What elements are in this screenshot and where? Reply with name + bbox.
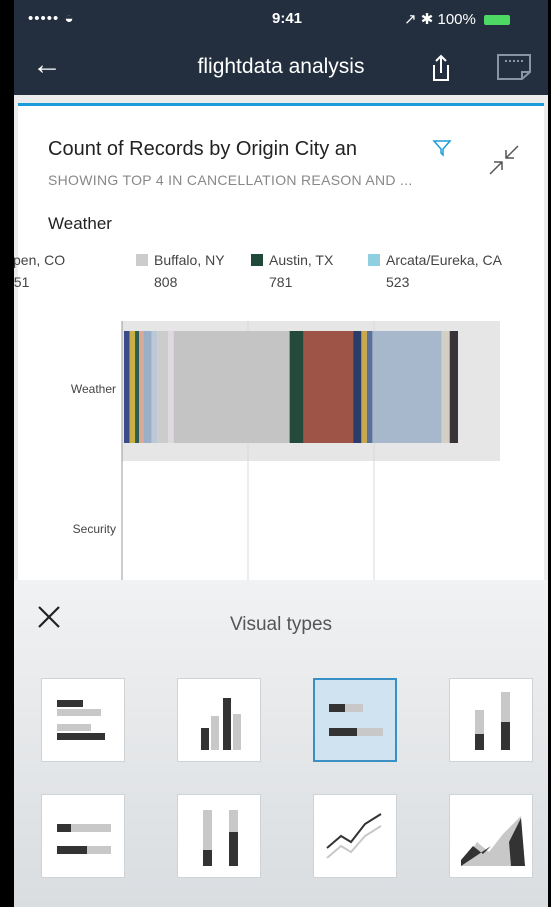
legend-label: Buffalo, NY	[154, 252, 225, 268]
vertical-bar-chart-icon	[201, 698, 241, 750]
filter-icon[interactable]	[432, 138, 452, 158]
nav-bar: ← flightdata analysis	[14, 40, 548, 95]
screen-bezel-left	[0, 0, 14, 907]
visual-type-vertical-bar[interactable]	[177, 678, 261, 762]
legend-value: 523	[386, 274, 410, 290]
bar-segment	[139, 331, 144, 443]
area-chart-icon	[461, 816, 525, 866]
battery-icon	[484, 15, 511, 26]
bar-segment	[124, 331, 130, 443]
vertical-stacked-bar-chart-icon	[475, 692, 510, 750]
legend-label: Austin, TX	[269, 252, 334, 268]
legend-swatch	[251, 254, 263, 266]
y-tick-label: Security	[73, 522, 116, 536]
legend-value: 781	[269, 274, 293, 290]
stacked-bar-chart[interactable]: Weather Security	[18, 321, 544, 591]
visual-type-line[interactable]	[313, 794, 397, 878]
visual-type-horizontal-stacked-100-bar[interactable]	[41, 794, 125, 878]
horizontal-bar-chart-icon	[57, 700, 105, 740]
bar-segment	[361, 331, 367, 443]
bar-segment	[151, 331, 158, 443]
battery-percent: 100%	[437, 11, 476, 28]
app-screen: ••••• ◒ 9:41 ↗ ✱ 100% ← flightdata analy…	[0, 0, 551, 907]
wifi-icon: ◒	[64, 10, 75, 27]
legend-label: Arcata/Eureka, CA	[386, 252, 502, 268]
bar-segment	[168, 331, 174, 443]
y-tick-label: Weather	[71, 382, 116, 396]
horizontal-stacked-100-bar-chart-icon	[57, 824, 111, 854]
line-chart-icon	[326, 813, 382, 859]
visual-type-vertical-stacked-100-bar[interactable]	[177, 794, 261, 878]
bar-segment	[449, 331, 458, 443]
legend-value: 808	[154, 274, 178, 290]
legend-item[interactable]: Buffalo, NY 808	[136, 252, 225, 290]
bar-segment	[143, 331, 152, 443]
bar-segment	[353, 331, 362, 443]
bar-segment	[372, 331, 442, 443]
signal-indicator: ••••• ◒	[28, 10, 75, 27]
bar-segment	[157, 331, 169, 443]
page-title: flightdata analysis	[197, 55, 365, 78]
bar-segment	[173, 331, 290, 443]
sheet-title: Visual types	[229, 614, 333, 635]
visual-area: Count of Records by Origin City an SHOWI…	[6, 95, 548, 606]
share-icon[interactable]	[426, 53, 456, 83]
collapse-icon[interactable]	[486, 142, 522, 178]
status-bar: ••••• ◒ 9:41 ↗ ✱ 100%	[14, 0, 548, 40]
visual-type-horizontal-bar[interactable]	[41, 678, 125, 762]
bar-segment	[441, 331, 450, 443]
legend-swatch	[136, 254, 148, 266]
legend-value: 051	[6, 274, 30, 290]
visual-type-area[interactable]	[449, 794, 533, 878]
visual-title[interactable]: Count of Records by Origin City an	[48, 138, 361, 161]
bar-segment	[135, 331, 140, 443]
bluetooth-icon: ✱	[420, 11, 434, 28]
bar-segment	[129, 331, 136, 443]
location-icon: ↗	[404, 11, 417, 28]
group-label: Weather	[48, 214, 112, 233]
bar-segment	[289, 331, 304, 443]
clock: 9:41	[272, 10, 303, 27]
legend-item[interactable]: Austin, TX 781	[251, 252, 333, 290]
legend-item[interactable]: Arcata/Eureka, CA 523	[368, 252, 502, 290]
storyboard-icon[interactable]	[496, 53, 532, 81]
vertical-stacked-100-bar-chart-icon	[203, 810, 238, 866]
legend-label: spen, CO	[6, 252, 66, 268]
visual-card: Count of Records by Origin City an SHOWI…	[6, 103, 544, 606]
visual-types-sheet: Visual types	[14, 580, 548, 907]
battery-status: ↗ ✱ 100%	[404, 10, 511, 28]
visual-type-vertical-stacked-bar[interactable]	[449, 678, 533, 762]
legend-swatch	[368, 254, 380, 266]
legend-item[interactable]: spen, CO 051	[6, 252, 65, 290]
horizontal-stacked-bar-chart-icon	[329, 704, 383, 736]
chart-legend: spen, CO 051 Buffalo, NY 808 Austin, TX 781 Ar…	[6, 252, 544, 296]
bar-segment	[303, 331, 354, 443]
visual-subtitle: SHOWING TOP 4 IN CANCELLATION REASON AND…	[48, 172, 413, 188]
bar-segment	[366, 331, 373, 443]
visual-type-horizontal-stacked-bar[interactable]	[313, 678, 397, 762]
